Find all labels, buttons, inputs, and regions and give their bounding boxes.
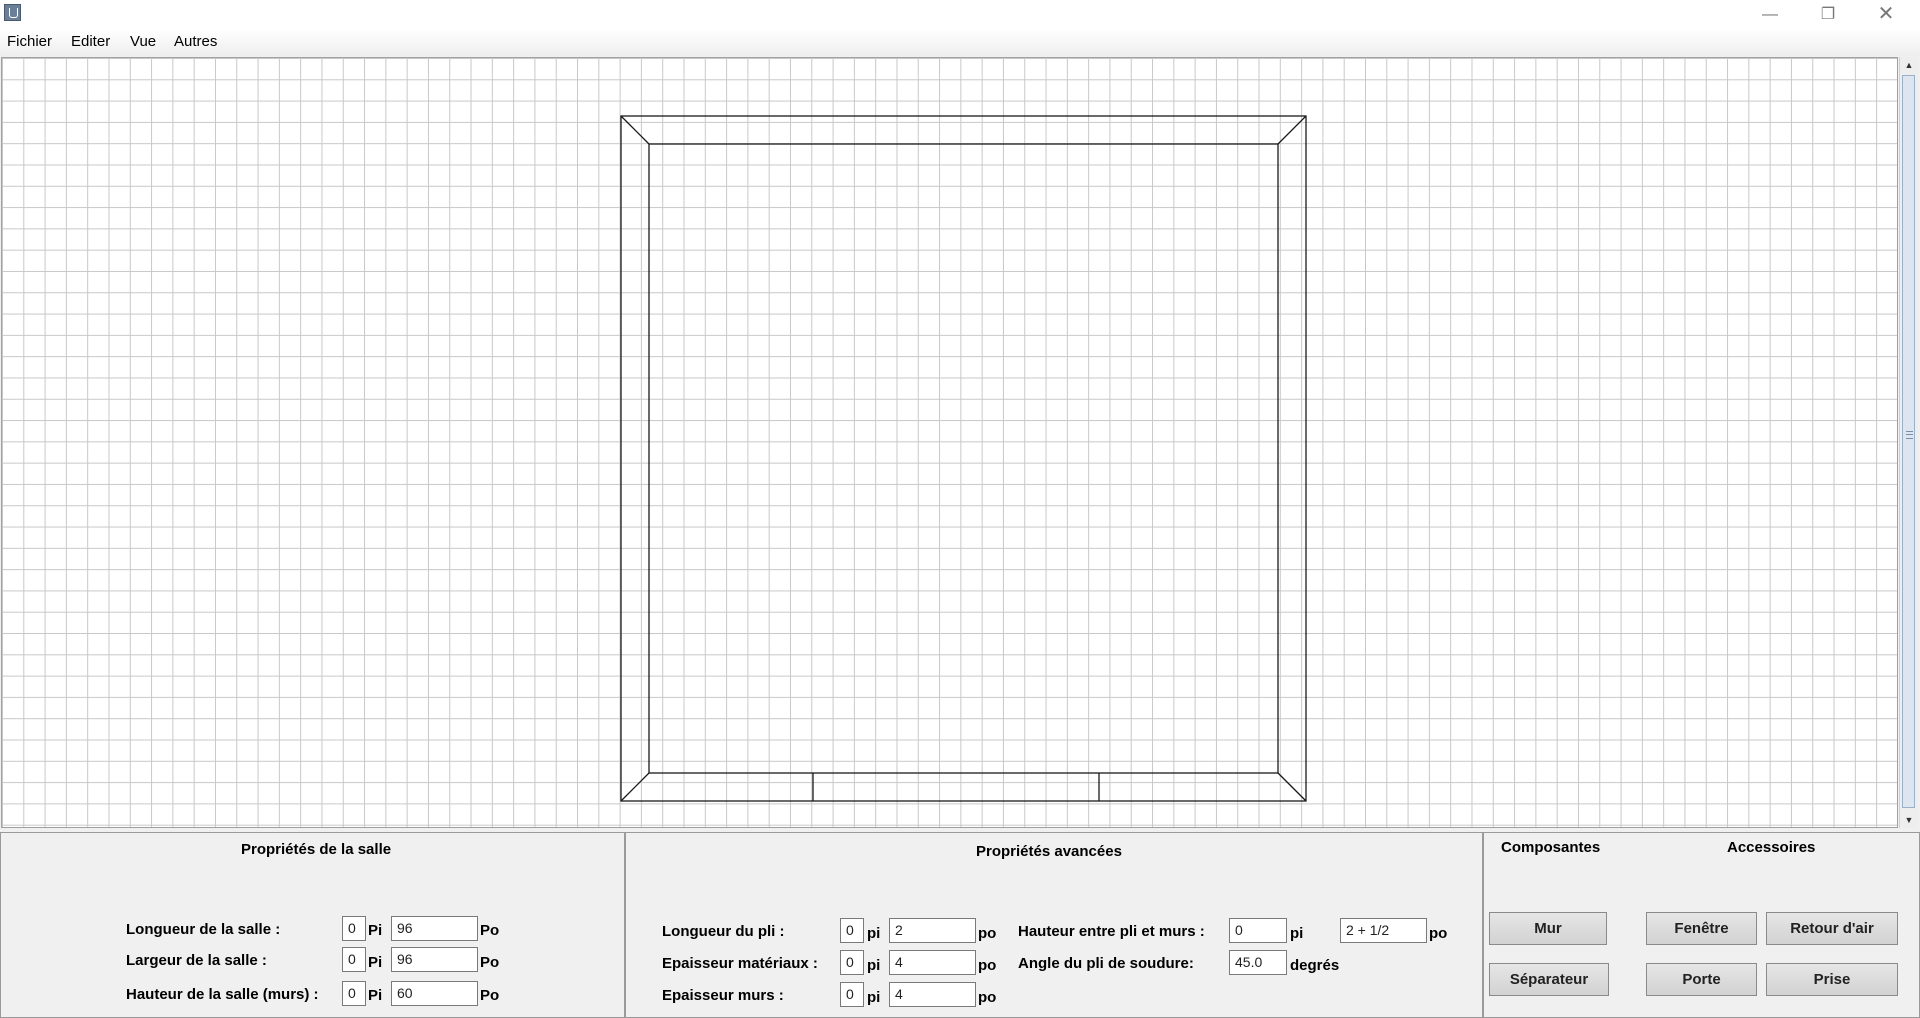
room-height-inches-input[interactable]: 60 bbox=[391, 981, 478, 1006]
room-width-feet-input[interactable]: 0 bbox=[342, 947, 366, 972]
advanced-panel-title: Propriétés avancées bbox=[976, 843, 1122, 860]
minimize-icon[interactable]: — bbox=[1741, 0, 1799, 29]
fold-length-label: Longueur du pli : bbox=[662, 923, 785, 940]
restore-icon[interactable]: ❐ bbox=[1799, 0, 1857, 29]
room-width-inch-unit: Po bbox=[480, 954, 500, 971]
material-thickness-inches-input[interactable]: 4 bbox=[889, 950, 976, 975]
room-height-feet-unit: Pi bbox=[368, 987, 383, 1004]
drawing-canvas[interactable] bbox=[1, 57, 1898, 828]
corner-bottom-right bbox=[1277, 772, 1307, 802]
room-properties-panel: Propriétés de la salle Longueur de la sa… bbox=[0, 832, 625, 1018]
menu-editer[interactable]: Editer bbox=[71, 33, 110, 51]
fold-length-feet-unit: pi bbox=[867, 925, 881, 942]
components-title: Composantes bbox=[1501, 839, 1601, 856]
fold-wall-height-inches-input[interactable]: 2 + 1/2 bbox=[1340, 918, 1427, 943]
room-height-inch-unit: Po bbox=[480, 987, 500, 1004]
room-width-label: Largeur de la salle : bbox=[126, 952, 267, 969]
close-icon[interactable]: ✕ bbox=[1857, 0, 1915, 29]
room-length-inches-input[interactable]: 96 bbox=[391, 916, 478, 941]
java-app-icon bbox=[4, 4, 21, 21]
wall-thickness-inches-input[interactable]: 4 bbox=[889, 982, 976, 1007]
scroll-down-arrow-icon[interactable]: ▼ bbox=[1900, 812, 1918, 828]
material-thickness-label: Epaisseur matériaux : bbox=[662, 955, 818, 972]
material-thickness-feet-input[interactable]: 0 bbox=[840, 950, 864, 975]
corner-bottom-left bbox=[620, 772, 650, 802]
window-button[interactable]: Fenêtre bbox=[1646, 912, 1757, 945]
corner-top-right bbox=[1277, 115, 1307, 145]
fold-length-feet-input[interactable]: 0 bbox=[840, 918, 864, 943]
scroll-thumb[interactable] bbox=[1902, 75, 1915, 808]
menu-autres[interactable]: Autres bbox=[174, 33, 217, 51]
door-button[interactable]: Porte bbox=[1646, 963, 1757, 996]
separator-button[interactable]: Séparateur bbox=[1489, 963, 1609, 996]
room-width-inches-input[interactable]: 96 bbox=[391, 947, 478, 972]
wall-thickness-inch-unit: po bbox=[978, 989, 997, 1006]
material-thickness-feet-unit: pi bbox=[867, 957, 881, 974]
menu-vue[interactable]: Vue bbox=[130, 33, 156, 51]
room-width-feet-unit: Pi bbox=[368, 954, 383, 971]
room-length-feet-unit: Pi bbox=[368, 922, 383, 939]
room-height-label: Hauteur de la salle (murs) : bbox=[126, 986, 319, 1003]
fold-wall-height-inch-unit: po bbox=[1429, 925, 1448, 942]
wall-thickness-feet-unit: pi bbox=[867, 989, 881, 1006]
wall-thickness-label: Epaisseur murs : bbox=[662, 987, 784, 1004]
room-inner-wall bbox=[648, 143, 1279, 774]
scroll-grip-icon bbox=[1906, 431, 1913, 439]
accessories-title: Accessoires bbox=[1727, 839, 1816, 856]
weld-angle-label: Angle du pli de soudure: bbox=[1018, 955, 1194, 972]
room-panel-title: Propriétés de la salle bbox=[241, 841, 392, 858]
room-length-inch-unit: Po bbox=[480, 922, 500, 939]
air-return-button[interactable]: Retour d'air bbox=[1766, 912, 1898, 945]
title-bar: — ❐ ✕ bbox=[0, 0, 1920, 29]
room-length-label: Longueur de la salle : bbox=[126, 921, 281, 938]
fold-wall-height-label: Hauteur entre pli et murs : bbox=[1018, 923, 1205, 940]
room-height-feet-input[interactable]: 0 bbox=[342, 981, 366, 1006]
wall-thickness-feet-input[interactable]: 0 bbox=[840, 982, 864, 1007]
fold-wall-height-feet-input[interactable]: 0 bbox=[1229, 918, 1287, 943]
weld-angle-unit: degrés bbox=[1290, 957, 1340, 974]
wall-button[interactable]: Mur bbox=[1489, 912, 1607, 945]
corner-top-left bbox=[620, 115, 650, 145]
advanced-properties-panel: Propriétés avancées Longueur du pli : 0 … bbox=[625, 832, 1483, 1018]
menu-bar: Fichier Editer Vue Autres bbox=[0, 29, 1920, 56]
fold-length-inch-unit: po bbox=[978, 925, 997, 942]
material-thickness-inch-unit: po bbox=[978, 957, 997, 974]
fold-length-inches-input[interactable]: 2 bbox=[889, 918, 976, 943]
fold-wall-height-feet-unit: pi bbox=[1290, 925, 1304, 942]
weld-angle-input[interactable]: 45.0 bbox=[1229, 950, 1287, 975]
outlet-button[interactable]: Prise bbox=[1766, 963, 1898, 996]
components-panel: Composantes Accessoires Mur Séparateur F… bbox=[1483, 832, 1920, 1018]
room-length-feet-input[interactable]: 0 bbox=[342, 916, 366, 941]
menu-fichier[interactable]: Fichier bbox=[7, 33, 52, 51]
scroll-up-arrow-icon[interactable]: ▲ bbox=[1900, 57, 1918, 73]
vertical-scrollbar[interactable]: ▲ ▼ bbox=[1899, 57, 1918, 828]
room-drawing bbox=[620, 115, 1307, 802]
room-outer-wall bbox=[620, 115, 1307, 802]
